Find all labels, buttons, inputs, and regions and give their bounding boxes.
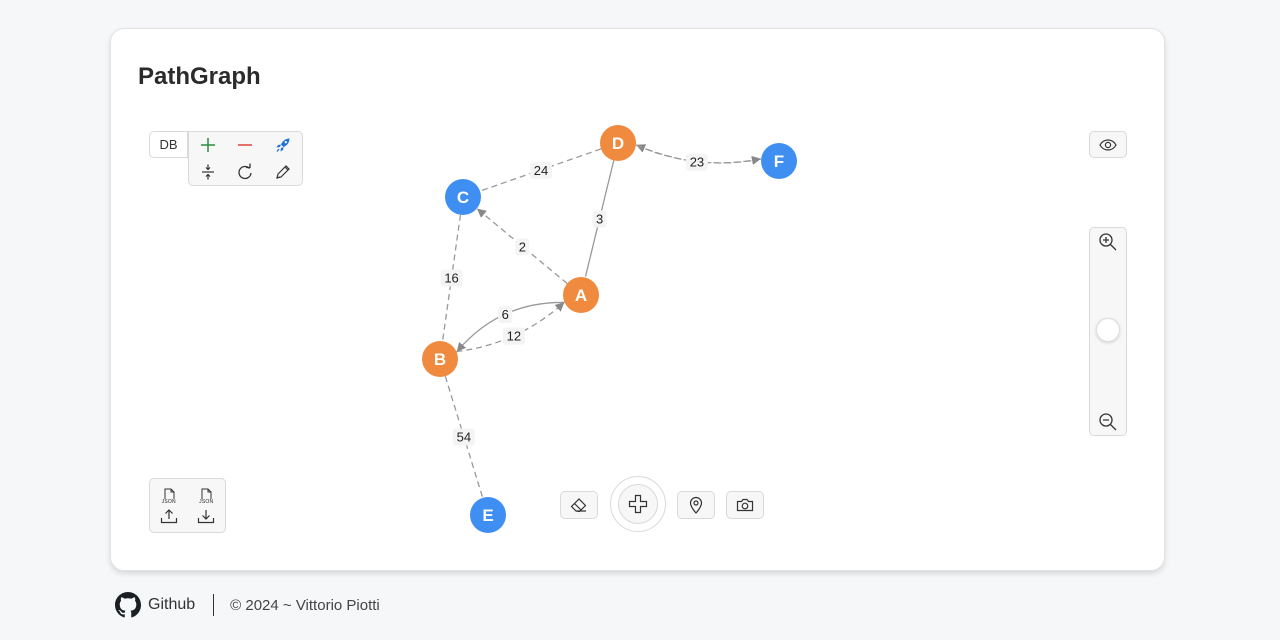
eraser-button[interactable] (560, 491, 598, 519)
import-json-label: JSON (160, 498, 177, 505)
refresh-icon (238, 163, 253, 179)
graph-tools-panel (188, 131, 303, 186)
footer: Github © 2024 ~ Vittorio Piotti (115, 592, 380, 618)
screenshot-button[interactable] (726, 491, 764, 519)
node-D[interactable]: D (600, 125, 636, 161)
github-icon (115, 592, 141, 618)
spread-button[interactable] (189, 159, 227, 186)
eye-icon (1099, 138, 1117, 151)
edge-weight-B-A: 12 (507, 329, 521, 344)
download-icon (198, 509, 215, 523)
edge-weight-B-E: 54 (457, 430, 471, 445)
node-label-F: F (774, 152, 784, 171)
node-F[interactable]: F (761, 143, 797, 179)
edge-weight-A-B: 6 (502, 307, 509, 322)
remove-node-icon (238, 144, 253, 146)
pan-control-inner (618, 484, 658, 524)
node-C[interactable]: C (445, 179, 481, 215)
edge-weight-D-A: 3 (596, 212, 603, 227)
zoom-slider-thumb[interactable] (1096, 318, 1120, 342)
file-panel: JSON JSON (149, 478, 226, 533)
edge-weight-A-C: 2 (519, 239, 526, 254)
zoom-panel (1089, 227, 1127, 436)
camera-icon (736, 498, 754, 512)
run-algorithm-button[interactable] (264, 132, 302, 159)
edge-weight-D-C: 24 (534, 163, 548, 178)
edit-button[interactable] (264, 159, 302, 186)
node-E[interactable]: E (470, 497, 506, 533)
edge-weight-D-F: 23 (690, 155, 704, 170)
locate-button[interactable] (677, 491, 715, 519)
upload-icon (160, 508, 177, 523)
node-label-B: B (434, 350, 446, 369)
node-B[interactable]: B (422, 341, 458, 377)
node-A[interactable]: A (563, 277, 599, 313)
node-label-C: C (457, 188, 469, 207)
add-node-button[interactable] (189, 132, 227, 159)
pan-control[interactable] (610, 476, 666, 532)
add-node-icon (200, 138, 215, 153)
zoom-out-icon[interactable] (1098, 412, 1118, 432)
copyright-text: © 2024 ~ Vittorio Piotti (230, 596, 380, 614)
main-card: PathGraph 24123321661254 ABCDEF DB (110, 28, 1165, 571)
pencil-icon (276, 164, 291, 179)
node-label-E: E (482, 506, 493, 525)
rocket-icon (276, 138, 290, 153)
export-json-label: JSON (198, 498, 215, 505)
import-json-button[interactable]: JSON (150, 479, 188, 532)
reset-button[interactable] (227, 159, 265, 186)
node-label-D: D (612, 134, 624, 153)
visibility-toggle-button[interactable] (1089, 131, 1127, 158)
export-json-button[interactable]: JSON (188, 479, 226, 532)
footer-divider (213, 594, 215, 616)
edge-weight-C-B: 16 (444, 271, 458, 286)
github-link[interactable]: Github (115, 592, 195, 618)
eraser-icon (570, 498, 587, 513)
db-button[interactable]: DB (149, 131, 188, 158)
node-label-A: A (575, 286, 587, 305)
zoom-in-icon[interactable] (1098, 232, 1118, 252)
map-pin-icon (689, 496, 703, 514)
github-label: Github (148, 596, 196, 613)
expand-vertical-icon (201, 164, 214, 180)
remove-node-button[interactable] (227, 132, 265, 159)
dpad-icon (628, 494, 648, 514)
